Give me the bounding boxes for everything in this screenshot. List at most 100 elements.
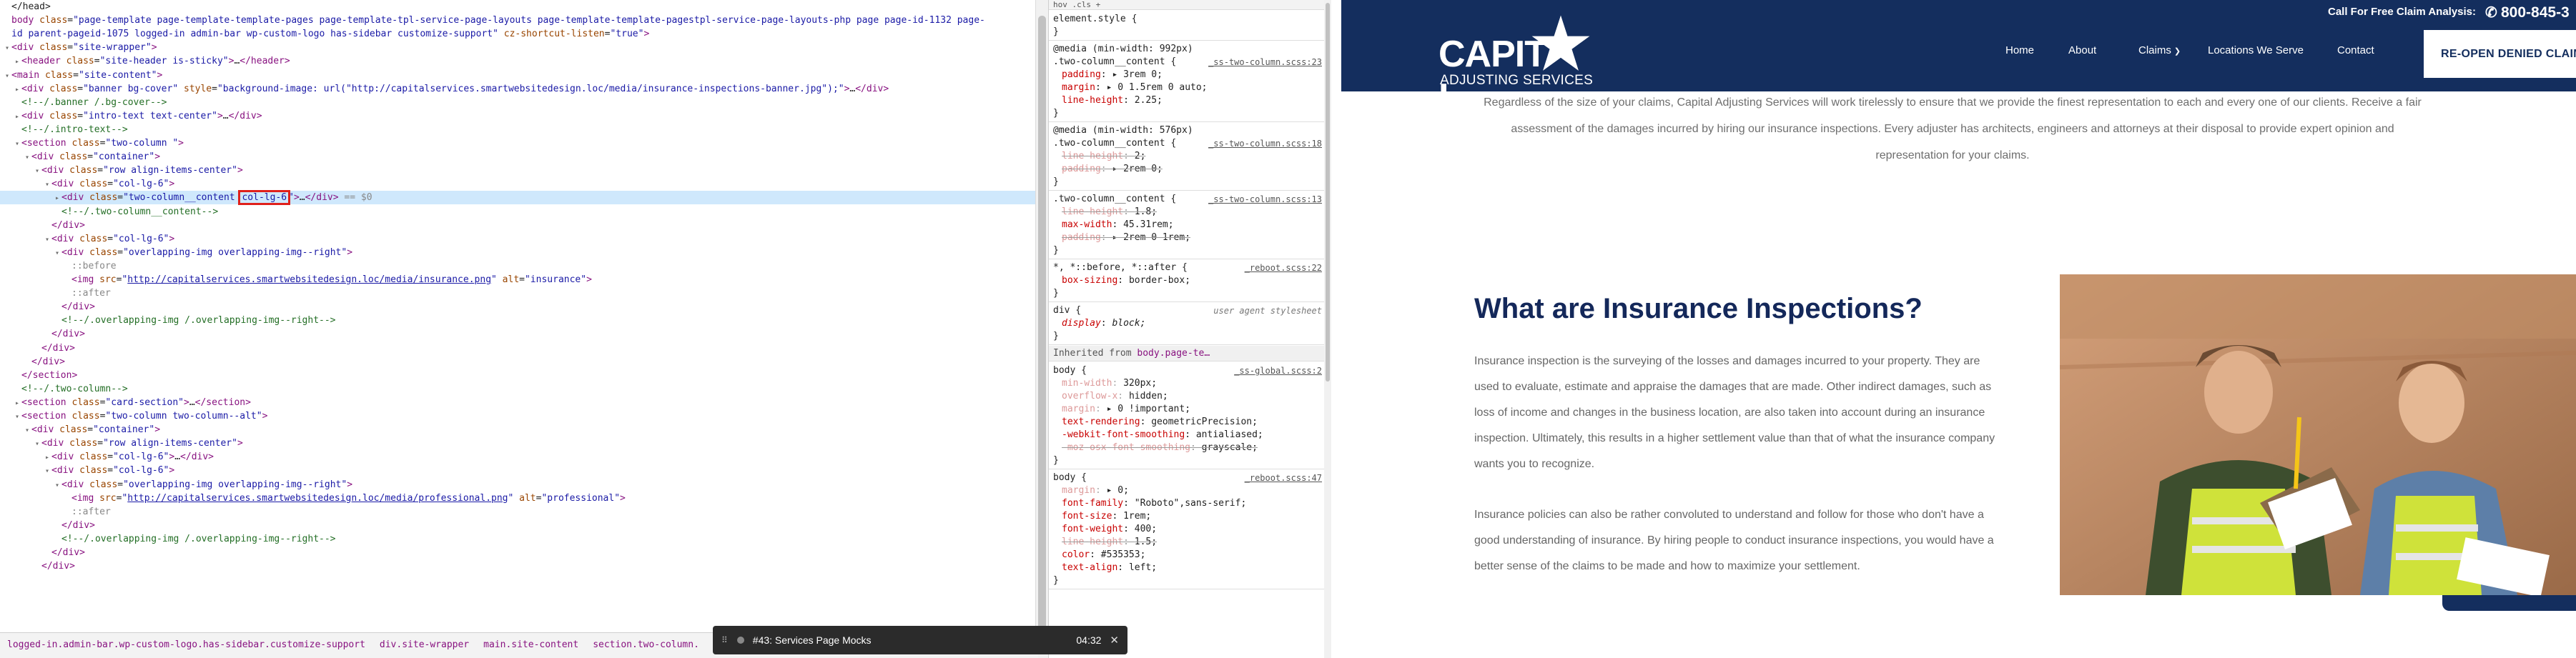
dom-node[interactable]: ▾ <section class="two-column "> — [0, 136, 184, 150]
rule-close[interactable]: } — [1053, 330, 1325, 343]
expanded-triangle-icon[interactable]: ▾ — [43, 233, 51, 246]
expanded-triangle-icon[interactable]: ▾ — [13, 137, 21, 151]
property-name[interactable]: box-sizing — [1062, 275, 1117, 286]
recording-widget[interactable]: ⠿ #43: Services Page Mocks 04:32 ✕ — [713, 626, 1127, 654]
dom-node[interactable]: ▸ <div class="col-lg-6">…</div> — [0, 450, 214, 464]
style-property[interactable]: font-family: "Roboto",sans-serif; — [1053, 497, 1325, 510]
style-property[interactable]: margin: ▸ 0 !important; — [1053, 403, 1325, 416]
dom-node[interactable]: <!--/.banner /.bg-cover--> — [0, 96, 167, 109]
collapsed-triangle-icon[interactable]: ▸ — [13, 397, 21, 410]
expanded-triangle-icon[interactable]: ▾ — [43, 178, 51, 191]
style-rule[interactable]: div {user agent stylesheet display: block… — [1049, 303, 1328, 345]
dom-node[interactable]: ▾ <div class="col-lg-6"> — [0, 464, 174, 477]
dom-node[interactable]: ▾ <div class="overlapping-img overlapping… — [0, 478, 352, 492]
collapsed-triangle-icon[interactable]: ▸ — [13, 55, 21, 69]
styles-filter-toolbar[interactable]: hov .cls + — [1049, 0, 1328, 10]
dom-node[interactable]: </div> — [0, 327, 85, 341]
rule-source-link[interactable]: _ss-global.scss:2 — [1234, 364, 1322, 377]
property-value[interactable]: ▸ 2rem 0 1rem; — [1112, 232, 1190, 243]
rule-selector[interactable]: .two-column__content {_ss-two-column.scs… — [1053, 193, 1325, 206]
style-property[interactable]: text-rendering: geometricPrecision; — [1053, 416, 1325, 429]
property-value[interactable]: ▸ 0; — [1107, 485, 1129, 496]
header-phone[interactable]: ✆ 800-845-3 — [2485, 4, 2570, 21]
expanded-triangle-icon[interactable]: ▾ — [13, 410, 21, 424]
dom-node[interactable]: </div> — [0, 559, 75, 573]
style-rule[interactable]: body {_ss-global.scss:2 min-width: 320px;… — [1049, 363, 1328, 469]
dom-node[interactable]: ▾ <div class="col-lg-6"> — [0, 177, 174, 191]
property-name[interactable]: font-weight — [1062, 524, 1123, 534]
breadcrumb-item[interactable]: section.two-column. — [586, 639, 706, 650]
property-name[interactable]: -moz-osx-font-smoothing — [1062, 442, 1190, 453]
dom-node[interactable]: ::before — [0, 259, 117, 273]
rule-close[interactable]: } — [1053, 26, 1325, 39]
property-value[interactable]: 2.25; — [1135, 95, 1163, 106]
nav-item-home[interactable]: Home — [2005, 44, 2034, 56]
rule-selector[interactable]: *, *::before, *::after {_reboot.scss:22 — [1053, 261, 1325, 274]
property-name[interactable]: margin — [1062, 404, 1095, 414]
rule-source-link[interactable]: _reboot.scss:22 — [1245, 261, 1322, 274]
dom-node[interactable]: </div> — [0, 519, 95, 532]
rule-selector[interactable]: div {user agent stylesheet — [1053, 304, 1325, 317]
property-value[interactable]: 1.8; — [1135, 206, 1157, 217]
style-property[interactable]: -webkit-font-smoothing: antialiased; — [1053, 429, 1325, 442]
rule-source-link[interactable]: _reboot.scss:47 — [1245, 472, 1322, 484]
reopen-denied-claim-button[interactable]: RE-OPEN DENIED CLAIM — [2424, 30, 2576, 78]
property-name[interactable]: line-height — [1062, 151, 1123, 161]
styles-toolbar-label[interactable]: hov .cls + — [1053, 0, 1100, 9]
dom-node[interactable]: </div> — [0, 300, 95, 314]
dom-node[interactable]: <!--/.intro-text--> — [0, 123, 128, 136]
style-property[interactable]: margin: ▸ 0; — [1053, 484, 1325, 497]
rule-close[interactable]: } — [1053, 244, 1325, 257]
styles-scrollbar[interactable] — [1324, 0, 1331, 658]
chevron-down-icon[interactable]: ❯ — [2174, 47, 2181, 56]
nav-item-claims[interactable]: Claims ❯ — [2138, 44, 2181, 56]
style-property[interactable]: display: block; — [1053, 317, 1325, 330]
style-property[interactable]: -moz-osx-font-smoothing: grayscale; — [1053, 442, 1325, 454]
phone-number[interactable]: 800-845-3 — [2501, 4, 2570, 21]
expanded-triangle-icon[interactable]: ▾ — [33, 164, 41, 178]
dom-node[interactable]: id parent-pageid-1075 logged-in admin-ba… — [0, 27, 649, 41]
nav-item-claims-label[interactable]: Claims — [2138, 44, 2171, 56]
style-property[interactable]: line-height: 2; — [1053, 150, 1325, 163]
dom-node[interactable]: <!--/.overlapping-img /.overlapping-img-… — [0, 314, 336, 327]
nav-item-about[interactable]: About — [2068, 44, 2096, 56]
element-style-rule[interactable]: element.style {} — [1049, 11, 1328, 41]
style-property[interactable]: padding: ▸ 3rem 0; — [1053, 69, 1325, 81]
inherited-target-link[interactable]: body.page-te… — [1137, 348, 1210, 359]
dom-node[interactable]: ▾ <div class="col-lg-6"> — [0, 232, 174, 246]
scrollbar-thumb[interactable] — [1326, 3, 1330, 382]
style-property[interactable]: line-height: 2.25; — [1053, 94, 1325, 107]
expanded-triangle-icon[interactable]: ▾ — [33, 437, 41, 451]
property-name[interactable]: overflow-x — [1062, 391, 1117, 402]
property-value[interactable]: left; — [1129, 562, 1157, 573]
rule-close[interactable]: } — [1053, 574, 1325, 587]
style-rule[interactable]: *, *::before, *::after {_reboot.scss:22 b… — [1049, 260, 1328, 302]
property-name[interactable]: text-align — [1062, 562, 1117, 573]
style-property[interactable]: max-width: 45.31rem; — [1053, 219, 1325, 231]
property-name[interactable]: padding — [1062, 69, 1101, 80]
dom-node[interactable]: ::after — [0, 286, 111, 300]
style-property[interactable]: margin: ▸ 0 1.5rem 0 auto; — [1053, 81, 1325, 94]
dom-node[interactable]: ▸ <header class="site-header is-sticky">…… — [0, 54, 290, 68]
dom-node[interactable]: <!--/.two-column--> — [0, 382, 128, 396]
style-property[interactable]: min-width: 320px; — [1053, 377, 1325, 390]
dom-node[interactable]: ▸ <div class="intro-text text-center">…</… — [0, 109, 262, 123]
style-property[interactable]: line-height: 1.8; — [1053, 206, 1325, 219]
dom-node[interactable]: <!--/.overlapping-img /.overlapping-img-… — [0, 532, 336, 546]
style-property[interactable]: color: #535353; — [1053, 549, 1325, 562]
dom-node[interactable]: </div> — [0, 546, 85, 559]
property-name[interactable]: color — [1062, 549, 1090, 560]
dom-node[interactable]: </div> — [0, 342, 75, 355]
property-name[interactable]: max-width — [1062, 219, 1112, 230]
style-property[interactable]: text-align: left; — [1053, 562, 1325, 574]
style-rule[interactable]: @media (min-width: 992px) .two-column__co… — [1049, 41, 1328, 122]
dom-node[interactable]: ▸ <section class="card-section">…</sectio… — [0, 396, 251, 409]
style-property[interactable]: padding: ▸ 2rem 0 1rem; — [1053, 231, 1325, 244]
rule-selector[interactable]: .two-column__content {_ss-two-column.scs… — [1053, 137, 1325, 150]
dom-node[interactable]: ▾ <main class="site-content"> — [0, 69, 162, 82]
collapsed-triangle-icon[interactable]: ▸ — [13, 83, 21, 96]
dom-node-selected[interactable]: ▸ <div class="two-column__content col-lg-… — [0, 190, 1038, 206]
rule-close[interactable]: } — [1053, 107, 1325, 120]
dom-node[interactable]: ▾ <section class="two-column two-column--… — [0, 409, 267, 423]
dom-node[interactable]: ▾ <div class="row align-items-center"> — [0, 164, 243, 177]
